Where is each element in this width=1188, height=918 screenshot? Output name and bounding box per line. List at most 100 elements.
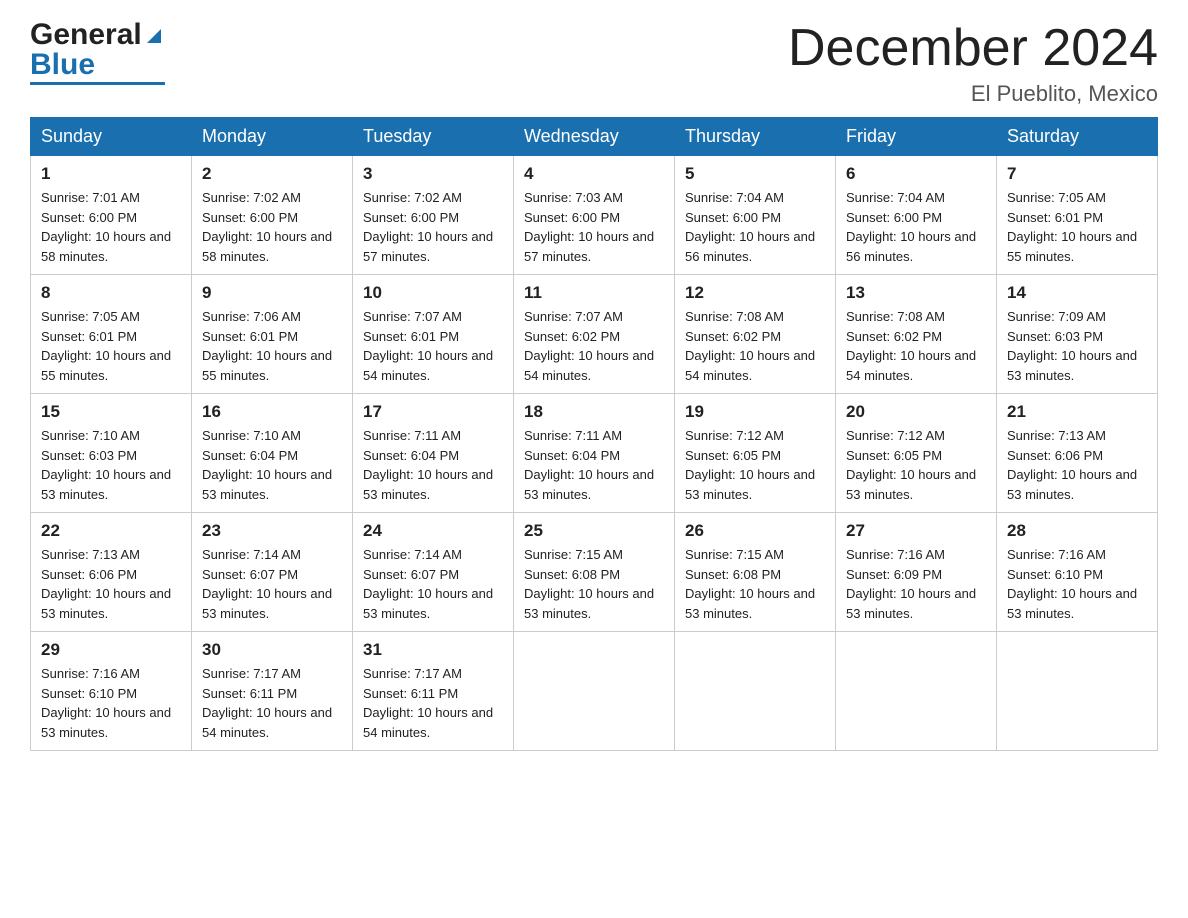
daylight-label: Daylight: 10 hours and 54 minutes. <box>363 348 493 383</box>
calendar-cell: 24 Sunrise: 7:14 AM Sunset: 6:07 PM Dayl… <box>353 513 514 632</box>
sunset-label: Sunset: 6:02 PM <box>685 329 781 344</box>
logo-underline <box>30 82 165 85</box>
day-info: Sunrise: 7:04 AM Sunset: 6:00 PM Dayligh… <box>846 188 986 266</box>
calendar-cell: 12 Sunrise: 7:08 AM Sunset: 6:02 PM Dayl… <box>675 275 836 394</box>
sunrise-label: Sunrise: 7:08 AM <box>685 309 784 324</box>
sunrise-label: Sunrise: 7:17 AM <box>202 666 301 681</box>
day-number: 23 <box>202 521 342 541</box>
day-number: 21 <box>1007 402 1147 422</box>
calendar-header-tuesday: Tuesday <box>353 118 514 156</box>
calendar-cell: 6 Sunrise: 7:04 AM Sunset: 6:00 PM Dayli… <box>836 156 997 275</box>
sunrise-label: Sunrise: 7:01 AM <box>41 190 140 205</box>
sunset-label: Sunset: 6:08 PM <box>524 567 620 582</box>
calendar-cell: 17 Sunrise: 7:11 AM Sunset: 6:04 PM Dayl… <box>353 394 514 513</box>
sunrise-label: Sunrise: 7:15 AM <box>685 547 784 562</box>
sunrise-label: Sunrise: 7:08 AM <box>846 309 945 324</box>
day-info: Sunrise: 7:08 AM Sunset: 6:02 PM Dayligh… <box>685 307 825 385</box>
calendar-cell: 2 Sunrise: 7:02 AM Sunset: 6:00 PM Dayli… <box>192 156 353 275</box>
day-number: 27 <box>846 521 986 541</box>
day-number: 12 <box>685 283 825 303</box>
daylight-label: Daylight: 10 hours and 53 minutes. <box>363 467 493 502</box>
day-info: Sunrise: 7:16 AM Sunset: 6:10 PM Dayligh… <box>1007 545 1147 623</box>
daylight-label: Daylight: 10 hours and 55 minutes. <box>41 348 171 383</box>
calendar-week-4: 22 Sunrise: 7:13 AM Sunset: 6:06 PM Dayl… <box>31 513 1158 632</box>
sunrise-label: Sunrise: 7:13 AM <box>1007 428 1106 443</box>
logo: General Blue <box>30 20 165 85</box>
daylight-label: Daylight: 10 hours and 54 minutes. <box>363 705 493 740</box>
day-number: 18 <box>524 402 664 422</box>
sunrise-label: Sunrise: 7:17 AM <box>363 666 462 681</box>
sunset-label: Sunset: 6:03 PM <box>1007 329 1103 344</box>
daylight-label: Daylight: 10 hours and 53 minutes. <box>41 586 171 621</box>
calendar-cell: 10 Sunrise: 7:07 AM Sunset: 6:01 PM Dayl… <box>353 275 514 394</box>
day-number: 1 <box>41 164 181 184</box>
day-number: 16 <box>202 402 342 422</box>
sunrise-label: Sunrise: 7:12 AM <box>685 428 784 443</box>
sunset-label: Sunset: 6:00 PM <box>524 210 620 225</box>
calendar-cell: 31 Sunrise: 7:17 AM Sunset: 6:11 PM Dayl… <box>353 632 514 751</box>
sunset-label: Sunset: 6:10 PM <box>41 686 137 701</box>
page-header: General Blue December 2024 El Pueblito, … <box>30 20 1158 107</box>
daylight-label: Daylight: 10 hours and 54 minutes. <box>846 348 976 383</box>
daylight-label: Daylight: 10 hours and 57 minutes. <box>363 229 493 264</box>
daylight-label: Daylight: 10 hours and 58 minutes. <box>41 229 171 264</box>
calendar-week-5: 29 Sunrise: 7:16 AM Sunset: 6:10 PM Dayl… <box>31 632 1158 751</box>
calendar-cell: 1 Sunrise: 7:01 AM Sunset: 6:00 PM Dayli… <box>31 156 192 275</box>
calendar-cell: 9 Sunrise: 7:06 AM Sunset: 6:01 PM Dayli… <box>192 275 353 394</box>
sunset-label: Sunset: 6:07 PM <box>202 567 298 582</box>
sunset-label: Sunset: 6:02 PM <box>846 329 942 344</box>
day-number: 31 <box>363 640 503 660</box>
daylight-label: Daylight: 10 hours and 54 minutes. <box>685 348 815 383</box>
day-info: Sunrise: 7:09 AM Sunset: 6:03 PM Dayligh… <box>1007 307 1147 385</box>
day-info: Sunrise: 7:13 AM Sunset: 6:06 PM Dayligh… <box>1007 426 1147 504</box>
sunset-label: Sunset: 6:00 PM <box>363 210 459 225</box>
calendar-cell: 7 Sunrise: 7:05 AM Sunset: 6:01 PM Dayli… <box>997 156 1158 275</box>
calendar-cell <box>997 632 1158 751</box>
calendar-cell: 22 Sunrise: 7:13 AM Sunset: 6:06 PM Dayl… <box>31 513 192 632</box>
day-info: Sunrise: 7:12 AM Sunset: 6:05 PM Dayligh… <box>685 426 825 504</box>
sunset-label: Sunset: 6:01 PM <box>41 329 137 344</box>
sunrise-label: Sunrise: 7:10 AM <box>202 428 301 443</box>
day-number: 30 <box>202 640 342 660</box>
calendar-cell: 26 Sunrise: 7:15 AM Sunset: 6:08 PM Dayl… <box>675 513 836 632</box>
day-info: Sunrise: 7:11 AM Sunset: 6:04 PM Dayligh… <box>524 426 664 504</box>
calendar-cell: 5 Sunrise: 7:04 AM Sunset: 6:00 PM Dayli… <box>675 156 836 275</box>
sunrise-label: Sunrise: 7:02 AM <box>202 190 301 205</box>
daylight-label: Daylight: 10 hours and 53 minutes. <box>685 467 815 502</box>
calendar-cell: 13 Sunrise: 7:08 AM Sunset: 6:02 PM Dayl… <box>836 275 997 394</box>
daylight-label: Daylight: 10 hours and 58 minutes. <box>202 229 332 264</box>
daylight-label: Daylight: 10 hours and 53 minutes. <box>1007 467 1137 502</box>
sunrise-label: Sunrise: 7:07 AM <box>363 309 462 324</box>
sunset-label: Sunset: 6:06 PM <box>41 567 137 582</box>
sunrise-label: Sunrise: 7:16 AM <box>846 547 945 562</box>
sunrise-label: Sunrise: 7:04 AM <box>685 190 784 205</box>
calendar-week-1: 1 Sunrise: 7:01 AM Sunset: 6:00 PM Dayli… <box>31 156 1158 275</box>
sunset-label: Sunset: 6:11 PM <box>363 686 458 701</box>
calendar-cell: 29 Sunrise: 7:16 AM Sunset: 6:10 PM Dayl… <box>31 632 192 751</box>
sunrise-label: Sunrise: 7:16 AM <box>1007 547 1106 562</box>
day-info: Sunrise: 7:01 AM Sunset: 6:00 PM Dayligh… <box>41 188 181 266</box>
daylight-label: Daylight: 10 hours and 53 minutes. <box>846 467 976 502</box>
day-info: Sunrise: 7:07 AM Sunset: 6:01 PM Dayligh… <box>363 307 503 385</box>
day-number: 19 <box>685 402 825 422</box>
calendar-header-sunday: Sunday <box>31 118 192 156</box>
sunset-label: Sunset: 6:04 PM <box>524 448 620 463</box>
daylight-label: Daylight: 10 hours and 53 minutes. <box>524 586 654 621</box>
calendar-cell: 16 Sunrise: 7:10 AM Sunset: 6:04 PM Dayl… <box>192 394 353 513</box>
sunrise-label: Sunrise: 7:05 AM <box>1007 190 1106 205</box>
calendar-cell: 19 Sunrise: 7:12 AM Sunset: 6:05 PM Dayl… <box>675 394 836 513</box>
daylight-label: Daylight: 10 hours and 53 minutes. <box>202 586 332 621</box>
daylight-label: Daylight: 10 hours and 53 minutes. <box>524 467 654 502</box>
day-number: 10 <box>363 283 503 303</box>
day-number: 3 <box>363 164 503 184</box>
day-info: Sunrise: 7:10 AM Sunset: 6:04 PM Dayligh… <box>202 426 342 504</box>
day-info: Sunrise: 7:10 AM Sunset: 6:03 PM Dayligh… <box>41 426 181 504</box>
sunset-label: Sunset: 6:08 PM <box>685 567 781 582</box>
day-info: Sunrise: 7:02 AM Sunset: 6:00 PM Dayligh… <box>363 188 503 266</box>
day-number: 8 <box>41 283 181 303</box>
day-number: 6 <box>846 164 986 184</box>
day-info: Sunrise: 7:02 AM Sunset: 6:00 PM Dayligh… <box>202 188 342 266</box>
calendar-table: SundayMondayTuesdayWednesdayThursdayFrid… <box>30 117 1158 751</box>
day-number: 17 <box>363 402 503 422</box>
day-number: 29 <box>41 640 181 660</box>
